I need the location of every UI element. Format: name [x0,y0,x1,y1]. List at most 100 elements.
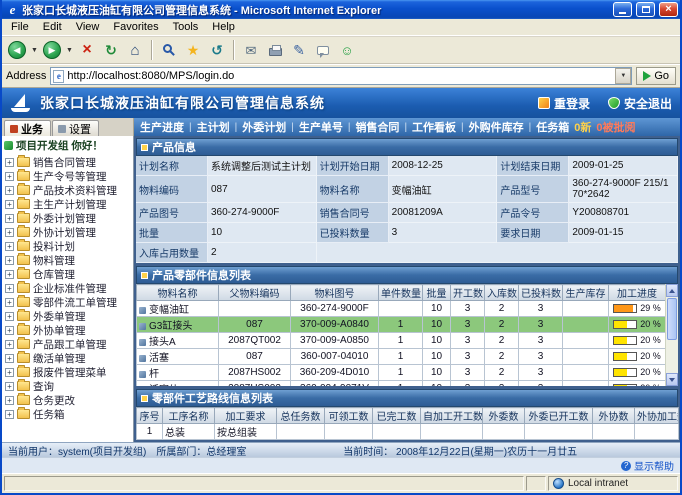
parts-row[interactable]: 变幅油缸360-274-9000F1032329 % [137,301,666,317]
nav-item[interactable]: 生产单号 [299,119,343,135]
expand-icon[interactable]: + [5,242,14,251]
home-button[interactable]: ⌂ [124,38,146,62]
parts-column-header[interactable]: 物料图号 [291,285,379,301]
parts-row[interactable]: G3缸接头087370-009-A084011032320 % [137,317,666,333]
expand-icon[interactable]: + [5,284,14,293]
expand-icon[interactable]: + [5,270,14,279]
favorites-button[interactable]: ★ [182,38,204,62]
route-column-header[interactable]: 总任务数 [277,408,325,424]
address-dropdown[interactable]: ▼ [615,68,631,84]
forward-button[interactable]: ▶ [41,38,63,62]
nav-item[interactable]: 外委计划 [242,119,286,135]
parts-column-header[interactable]: 已投料数 [519,285,563,301]
maximize-button[interactable] [636,2,655,17]
tree-item[interactable]: +销售合同管理 [5,155,133,169]
mail-button[interactable]: ✉ [240,38,262,62]
parts-row[interactable]: 活塞087360-007-0401011032320 % [137,349,666,365]
menu-item-view[interactable]: View [69,20,107,34]
tree-item[interactable]: +物料管理 [5,253,133,267]
expand-icon[interactable]: + [5,228,14,237]
route-column-header[interactable]: 已完工数 [373,408,421,424]
tab-business[interactable]: 业务 [4,120,51,136]
expand-icon[interactable]: + [5,158,14,167]
parts-column-header[interactable]: 物料名称 [137,285,219,301]
forward-dropdown[interactable]: ▼ [65,47,74,54]
tree-item[interactable]: +外协计划管理 [5,225,133,239]
tree-item[interactable]: +外委计划管理 [5,211,133,225]
scroll-track[interactable] [666,341,678,373]
expand-icon[interactable]: + [5,326,14,335]
discuss-button[interactable] [312,38,334,62]
tree-item[interactable]: +仓务更改 [5,393,133,407]
expand-icon[interactable]: + [5,410,14,419]
scroll-down-icon[interactable] [666,373,678,386]
logout-button[interactable]: 安全退出 [608,95,672,112]
stop-button[interactable]: × [76,38,98,62]
route-column-header[interactable]: 加工要求 [215,408,277,424]
menu-item-file[interactable]: File [4,20,36,34]
expand-icon[interactable]: + [5,298,14,307]
tree-item[interactable]: +投料计划 [5,239,133,253]
menu-item-help[interactable]: Help [205,20,242,34]
tab-settings[interactable]: 设置 [52,120,99,136]
back-dropdown[interactable]: ▼ [30,47,39,54]
expand-icon[interactable]: + [5,172,14,181]
expand-icon[interactable]: + [5,312,14,321]
menu-item-tools[interactable]: Tools [166,20,206,34]
tree-item[interactable]: +产品技术资料管理 [5,183,133,197]
tree-item[interactable]: +报废件管理菜单 [5,365,133,379]
tree-item[interactable]: +外委单管理 [5,309,133,323]
nav-item[interactable]: 生产进度 [140,119,184,135]
parts-scrollbar[interactable] [665,284,678,386]
tree-item[interactable]: +任务箱 [5,407,133,421]
expand-icon[interactable]: + [5,214,14,223]
parts-row[interactable]: 活塞体2087HS002360-094-9071V11032320 % [137,381,666,387]
expand-icon[interactable]: + [5,354,14,363]
parts-column-header[interactable]: 单件数量 [379,285,423,301]
tree-item[interactable]: +仓库管理 [5,267,133,281]
route-column-header[interactable]: 外委已开工数 [525,408,593,424]
expand-icon[interactable]: + [5,256,14,265]
address-input[interactable]: e http://localhost:8080/MPS/login.do ▼ [50,67,632,85]
messenger-button[interactable]: ☺ [336,38,358,62]
menu-item-edit[interactable]: Edit [36,20,69,34]
scroll-up-icon[interactable] [666,284,678,297]
scroll-thumb[interactable] [667,298,677,340]
tree-item[interactable]: +外协单管理 [5,323,133,337]
print-button[interactable] [264,38,286,62]
nav-item[interactable]: 工作看板 [412,119,456,135]
refresh-button[interactable]: ↻ [100,38,122,62]
parts-column-header[interactable]: 生产库存 [563,285,609,301]
route-column-header[interactable]: 外委数 [483,408,525,424]
help-link[interactable]: ? 显示帮助 [621,458,674,473]
route-column-header[interactable]: 工序名称 [163,408,215,424]
parts-column-header[interactable]: 开工数 [451,285,485,301]
minimize-button[interactable] [613,2,632,17]
close-button[interactable]: × [659,2,678,17]
route-column-header[interactable]: 序号 [137,408,163,424]
expand-icon[interactable]: + [5,368,14,377]
relogin-button[interactable]: 重登录 [538,95,590,112]
edit-button[interactable]: ✎ [288,38,310,62]
nav-item[interactable]: 任务箱 [536,119,569,135]
nav-item[interactable]: 外购件库存 [469,119,524,135]
tree-item[interactable]: +生产令号等管理 [5,169,133,183]
parts-column-header[interactable]: 加工进度 [609,285,666,301]
parts-row[interactable]: 接头A2087QT002370-009-A085011032320 % [137,333,666,349]
tree-item[interactable]: +企业标准件管理 [5,281,133,295]
expand-icon[interactable]: + [5,396,14,405]
expand-icon[interactable]: + [5,382,14,391]
nav-item[interactable]: 销售合同 [355,119,399,135]
route-column-header[interactable]: 可领工数 [325,408,373,424]
search-button[interactable] [158,38,180,62]
parts-column-header[interactable]: 入库数 [485,285,519,301]
expand-icon[interactable]: + [5,200,14,209]
parts-column-header[interactable]: 批量 [423,285,451,301]
route-column-header[interactable]: 自加工开工数 [421,408,483,424]
tree-item[interactable]: +主生产计划管理 [5,197,133,211]
parts-column-header[interactable]: 父物料编码 [219,285,291,301]
tree-item[interactable]: +缴活单管理 [5,351,133,365]
route-column-header[interactable]: 外协加工数 [635,408,679,424]
history-button[interactable]: ↺ [206,38,228,62]
route-row[interactable]: 1总装按总组装 [137,424,679,440]
